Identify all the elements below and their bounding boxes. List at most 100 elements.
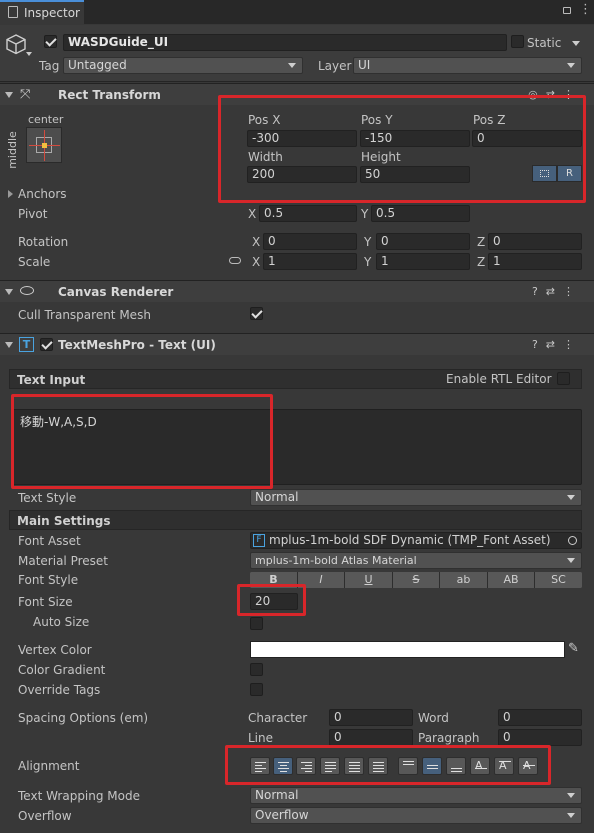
component-header-icons[interactable]: ?⇄⋮ xyxy=(532,285,582,298)
canvas-renderer-header[interactable]: Canvas Renderer ?⇄⋮ xyxy=(0,280,594,302)
rot-x-field[interactable]: 0 xyxy=(263,233,357,250)
rtl-checkbox[interactable] xyxy=(557,372,570,385)
posx-label: Pos X xyxy=(248,113,281,127)
color-gradient-checkbox[interactable] xyxy=(250,663,263,676)
eye-icon xyxy=(20,286,34,295)
posx-field[interactable]: -300 xyxy=(247,130,357,147)
tmp-title: TextMeshPro - Text (UI) xyxy=(58,338,216,352)
scale-y-field[interactable]: 1 xyxy=(376,253,470,270)
active-checkbox[interactable] xyxy=(44,35,57,48)
tag-dropdown[interactable]: Untagged xyxy=(63,57,303,74)
style-strikethrough-button[interactable]: S xyxy=(393,572,440,588)
align-baseline-button[interactable]: A xyxy=(470,757,490,775)
height-field[interactable]: 50 xyxy=(360,166,470,183)
style-smallcaps-button[interactable]: SC xyxy=(535,572,582,588)
tmp-enabled-checkbox[interactable] xyxy=(40,338,53,351)
character-field[interactable]: 0 xyxy=(329,709,413,726)
static-label: Static xyxy=(527,36,562,50)
align-justified-button[interactable] xyxy=(320,757,340,775)
static-dropdown-arrow[interactable] xyxy=(572,41,580,46)
rect-transform-title: Rect Transform xyxy=(58,88,161,102)
object-picker-icon[interactable] xyxy=(568,536,577,545)
style-bold-button[interactable]: B xyxy=(250,572,298,588)
rtl-label: Enable RTL Editor xyxy=(446,372,552,386)
anchors-label[interactable]: Anchors xyxy=(18,187,67,201)
character-label: Character xyxy=(248,711,308,725)
highlight-position-box xyxy=(218,95,586,203)
align-top-button[interactable] xyxy=(398,757,418,775)
canvas-renderer-title: Canvas Renderer xyxy=(58,285,174,299)
constrain-proportions-icon[interactable] xyxy=(229,257,241,264)
raw-edit-button[interactable]: R xyxy=(557,165,582,182)
eyedropper-icon[interactable]: ✎ xyxy=(568,641,579,656)
rot-z-axis: Z xyxy=(477,235,486,249)
rot-y-field[interactable]: 0 xyxy=(376,233,470,250)
align-left-button[interactable] xyxy=(250,757,270,775)
tmp-header[interactable]: T TextMeshPro - Text (UI) ?⇄⋮ xyxy=(0,333,594,355)
word-label: Word xyxy=(418,711,449,725)
foldout-arrow-icon xyxy=(5,342,13,348)
style-uppercase-button[interactable]: AB xyxy=(488,572,535,588)
override-tags-label: Override Tags xyxy=(18,683,101,697)
material-label: Material Preset xyxy=(18,554,108,568)
alignment-label: Alignment xyxy=(18,759,80,773)
gameobject-name-field[interactable]: WASDGuide_UI xyxy=(63,34,507,51)
override-tags-checkbox[interactable] xyxy=(250,683,263,696)
icon-dropdown-arrow[interactable] xyxy=(26,52,32,56)
material-dropdown[interactable]: mplus-1m-bold Atlas Material xyxy=(250,552,582,569)
align-center-button[interactable] xyxy=(273,757,293,775)
wrapping-dropdown[interactable]: Normal xyxy=(250,787,582,804)
layer-dropdown[interactable]: UI xyxy=(353,57,582,74)
line-field[interactable]: 0 xyxy=(329,729,413,746)
line-label: Line xyxy=(248,731,274,745)
tab-inspector[interactable]: Inspector xyxy=(0,0,84,25)
overflow-value: Overflow xyxy=(255,808,309,822)
align-middle-button[interactable] xyxy=(422,757,442,775)
style-underline-button[interactable]: U xyxy=(345,572,393,588)
scale-x-field[interactable]: 1 xyxy=(263,253,357,270)
scale-z-field[interactable]: 1 xyxy=(488,253,582,270)
rect-transform-header[interactable]: ⤧ Rect Transform ◎⇄⋮ xyxy=(0,83,594,105)
anchors-foldout-arrow[interactable] xyxy=(8,190,13,198)
align-midline-button[interactable]: A xyxy=(494,757,514,775)
vertex-color-swatch[interactable] xyxy=(250,641,565,658)
auto-size-checkbox[interactable] xyxy=(250,617,263,630)
text-style-value: Normal xyxy=(255,490,299,504)
posz-field[interactable]: 0 xyxy=(472,130,582,147)
word-field[interactable]: 0 xyxy=(498,709,582,726)
style-italic-button[interactable]: I xyxy=(298,572,345,588)
text-style-dropdown[interactable]: Normal xyxy=(250,489,582,506)
component-header-icons[interactable]: ?⇄⋮ xyxy=(532,338,582,351)
align-capline-button[interactable]: A xyxy=(518,757,538,775)
text-input-area[interactable]: 移動-W,A,S,D xyxy=(12,409,582,485)
width-field[interactable]: 200 xyxy=(247,166,357,183)
rot-z-field[interactable]: 0 xyxy=(488,233,582,250)
layer-label: Layer xyxy=(318,59,352,73)
menu-icon[interactable]: ⋮ xyxy=(579,3,592,17)
lock-icon[interactable] xyxy=(563,7,571,14)
anchor-presets-button[interactable] xyxy=(26,127,62,163)
rect-transform-icon: ⤧ xyxy=(20,87,31,102)
component-header-icons[interactable]: ◎⇄⋮ xyxy=(528,88,582,101)
pivot-y-field[interactable]: 0.5 xyxy=(371,205,470,222)
cull-checkbox[interactable] xyxy=(250,307,263,320)
align-bottom-button[interactable] xyxy=(446,757,466,775)
vertex-color-label: Vertex Color xyxy=(18,643,92,657)
paragraph-field[interactable]: 0 xyxy=(498,729,582,746)
align-right-button[interactable] xyxy=(296,757,316,775)
material-value: mplus-1m-bold Atlas Material xyxy=(255,554,417,567)
static-checkbox[interactable] xyxy=(511,35,524,48)
tag-label: Tag xyxy=(39,59,60,73)
height-label: Height xyxy=(361,150,401,164)
overflow-dropdown[interactable]: Overflow xyxy=(250,807,582,824)
align-flush-button[interactable] xyxy=(344,757,364,775)
scale-z-axis: Z xyxy=(477,255,486,269)
pivot-x-field[interactable]: 0.5 xyxy=(259,205,357,222)
tab-bar xyxy=(0,0,594,24)
align-geometry-center-button[interactable] xyxy=(368,757,388,775)
style-lowercase-button[interactable]: ab xyxy=(440,572,488,588)
font-asset-field[interactable]: F mplus-1m-bold SDF Dynamic (TMP_Font As… xyxy=(250,532,582,549)
font-size-field[interactable]: 20 xyxy=(250,593,298,610)
posy-field[interactable]: -150 xyxy=(360,130,470,147)
blueprint-mode-button[interactable] xyxy=(532,165,557,182)
